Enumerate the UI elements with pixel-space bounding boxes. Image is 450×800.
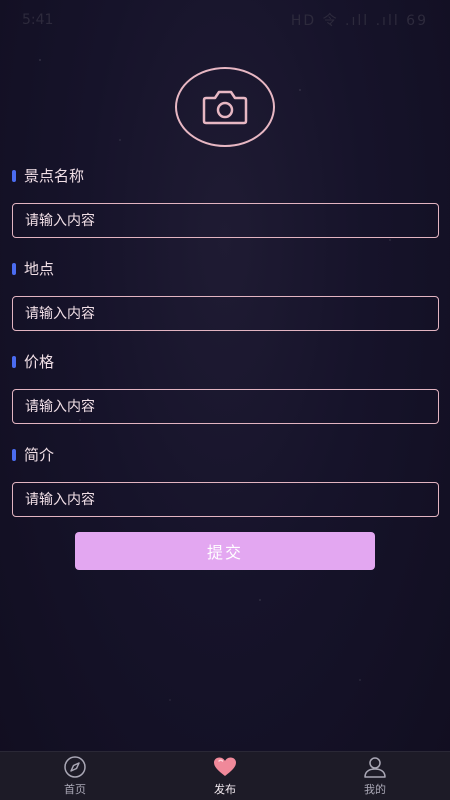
camera-icon <box>202 90 248 125</box>
tab-label: 首页 <box>64 783 86 796</box>
status-bar: 5:41 HD 令 .ıll .ıll 69 <box>0 0 450 40</box>
tab-publish[interactable]: 发布 <box>150 752 300 800</box>
label-marker <box>12 169 16 182</box>
photo-upload-button[interactable] <box>175 67 275 147</box>
intro-input[interactable] <box>12 482 439 517</box>
label-marker <box>12 448 16 461</box>
status-indicators: HD 令 .ıll .ıll 69 <box>290 13 428 29</box>
location-input[interactable] <box>12 296 439 331</box>
label-price: 价格 <box>12 351 54 372</box>
label-marker <box>12 355 16 368</box>
tab-label: 发布 <box>214 783 236 796</box>
tab-label: 我的 <box>364 783 386 796</box>
compass-icon <box>64 756 86 778</box>
heart-icon <box>214 757 236 776</box>
scenic-name-input[interactable] <box>12 203 439 238</box>
status-time: 5:41 <box>22 12 54 28</box>
label-text: 简介 <box>24 446 55 464</box>
tab-home[interactable]: 首页 <box>0 752 150 800</box>
label-intro: 简介 <box>12 444 54 465</box>
submit-button[interactable]: 提交 <box>75 532 375 570</box>
label-marker <box>12 262 16 275</box>
label-text: 地点 <box>24 260 55 278</box>
label-location: 地点 <box>12 258 54 279</box>
tab-mine[interactable]: 我的 <box>300 752 450 800</box>
label-text: 景点名称 <box>24 167 85 185</box>
bottom-tab-bar: 首页 发布 我的 <box>0 751 450 800</box>
user-icon <box>364 757 386 778</box>
label-text: 价格 <box>24 353 55 371</box>
label-scenic-name: 景点名称 <box>12 165 84 186</box>
price-input[interactable] <box>12 389 439 424</box>
